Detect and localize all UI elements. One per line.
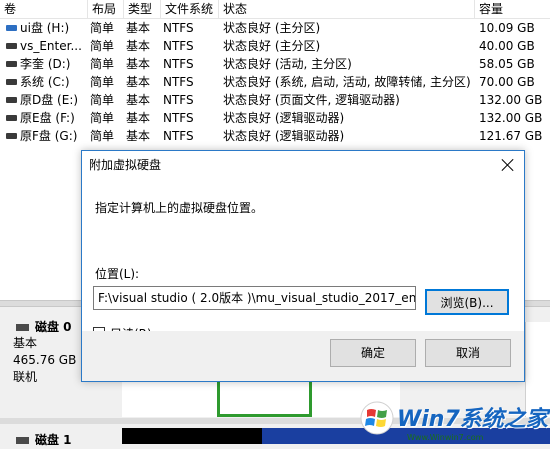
table-row[interactable]: ui盘 (H:) 简单 基本 NTFS 状态良好 (主分区) 10.09 GB [0,19,550,37]
capacity-cell: 10.09 GB [479,21,535,35]
status-cell: 状态良好 (逻辑驱动器) [223,111,345,125]
filesystem-cell: NTFS [163,57,194,71]
volume-name: vs_Enter... [20,39,82,53]
disk-icon [16,437,29,444]
layout-cell: 简单 [90,57,115,71]
column-header-filesystem[interactable]: 文件系统 [161,0,219,18]
table-row[interactable]: 系统 (C:) 简单 基本 NTFS 状态良好 (系统, 启动, 活动, 故障转… [0,73,550,91]
status-cell: 状态良好 (逻辑驱动器) [223,129,345,143]
volume-name: 原D盘 (E:) [20,93,79,107]
type-cell: 基本 [126,93,151,107]
filesystem-cell: NTFS [163,75,194,89]
unallocated-bar [122,428,262,444]
filesystem-cell: NTFS [163,129,194,143]
table-row[interactable]: 原F盘 (G:) 简单 基本 NTFS 状态良好 (逻辑驱动器) 121.67 … [0,127,550,145]
capacity-cell: 40.00 GB [479,39,535,53]
drive-icon [6,133,17,139]
dialog-prompt: 指定计算机上的虚拟硬盘位置。 [95,201,264,215]
location-path-input[interactable]: F:\visual studio ( 2.0版本 )\mu_visual_stu… [93,286,416,310]
type-cell: 基本 [126,57,151,71]
ok-button[interactable]: 确定 [330,339,416,367]
table-row[interactable]: 原E盘 (F:) 简单 基本 NTFS 状态良好 (逻辑驱动器) 132.00 … [0,109,550,127]
capacity-cell: 132.00 GB [479,111,543,125]
usb-drive-icon [6,25,17,31]
volume-name: 系统 (C:) [20,75,70,89]
column-header-type[interactable]: 类型 [124,0,161,18]
volume-name: 李奎 (D:) [20,57,71,71]
dialog-title: 附加虚拟硬盘 [89,158,162,172]
status-cell: 状态良好 (活动, 主分区) [223,57,352,71]
watermark-url: Www.Winwin7.com [407,433,484,442]
drive-icon [6,97,17,103]
layout-cell: 简单 [90,21,115,35]
layout-cell: 简单 [90,129,115,143]
capacity-cell: 70.00 GB [479,75,535,89]
status-cell: 状态良好 (主分区) [223,21,321,35]
status-cell: 状态良好 (主分区) [223,39,321,53]
status-cell: 状态良好 (页面文件, 逻辑驱动器) [223,93,400,107]
layout-cell: 简单 [90,111,115,125]
type-cell: 基本 [126,39,151,53]
drive-icon [6,43,17,49]
cancel-button[interactable]: 取消 [425,339,511,367]
filesystem-cell: NTFS [163,111,194,125]
type-cell: 基本 [126,111,151,125]
volume-name: 原F盘 (G:) [20,129,78,143]
table-row[interactable]: vs_Enter... 简单 基本 NTFS 状态良好 (主分区) 40.00 … [0,37,550,55]
column-header-status[interactable]: 状态 [219,0,475,18]
layout-cell: 简单 [90,75,115,89]
volume-name: 原E盘 (F:) [20,111,75,125]
capacity-cell: 132.00 GB [479,93,543,107]
dialog-footer: 确定 取消 [82,331,524,381]
watermark-text: Win7系统之家 [397,407,548,432]
filesystem-cell: NTFS [163,21,194,35]
close-icon[interactable] [500,157,516,173]
disk-icon [16,324,29,331]
table-row[interactable]: 李奎 (D:) 简单 基本 NTFS 状态良好 (活动, 主分区) 58.05 … [0,55,550,73]
layout-cell: 简单 [90,93,115,107]
partition-block[interactable] [122,377,218,417]
type-cell: 基本 [126,75,151,89]
volume-table: 卷 布局 类型 文件系统 状态 容量 ui盘 (H:) 简单 基本 NTFS 状… [0,0,550,150]
disk-1-info[interactable]: 磁盘 1 [0,431,120,448]
attach-vhd-dialog: 附加虚拟硬盘 指定计算机上的虚拟硬盘位置。 位置(L): F:\visual s… [81,150,525,382]
column-header-capacity[interactable]: 容量 [475,0,550,18]
partition-block-selected[interactable] [217,377,312,417]
column-header-volume[interactable]: 卷 [0,0,88,18]
watermark: Win7系统之家 Www.Winwin7.com [352,395,550,449]
capacity-cell: 121.67 GB [479,129,543,143]
browse-button[interactable]: 浏览(B)... [425,289,509,315]
dialog-body: 指定计算机上的虚拟硬盘位置。 位置(L): F:\visual studio (… [82,179,524,341]
status-cell: 状态良好 (系统, 启动, 活动, 故障转储, 主分区) [223,75,471,89]
dialog-titlebar[interactable]: 附加虚拟硬盘 [82,151,524,179]
disk-name: 磁盘 0 [35,320,72,334]
volume-name: ui盘 (H:) [20,21,70,35]
table-header: 卷 布局 类型 文件系统 状态 容量 [0,0,550,19]
column-header-layout[interactable]: 布局 [88,0,124,18]
drive-icon [6,61,17,67]
table-row[interactable]: 原D盘 (E:) 简单 基本 NTFS 状态良好 (页面文件, 逻辑驱动器) 1… [0,91,550,109]
drive-icon [6,79,17,85]
disk-name: 磁盘 1 [35,433,72,447]
type-cell: 基本 [126,21,151,35]
drive-icon [6,115,17,121]
filesystem-cell: NTFS [163,93,194,107]
layout-cell: 简单 [90,39,115,53]
location-label: 位置(L): [95,267,140,281]
type-cell: 基本 [126,129,151,143]
filesystem-cell: NTFS [163,39,194,53]
capacity-cell: 58.05 GB [479,57,535,71]
windows-logo-icon [360,401,394,435]
